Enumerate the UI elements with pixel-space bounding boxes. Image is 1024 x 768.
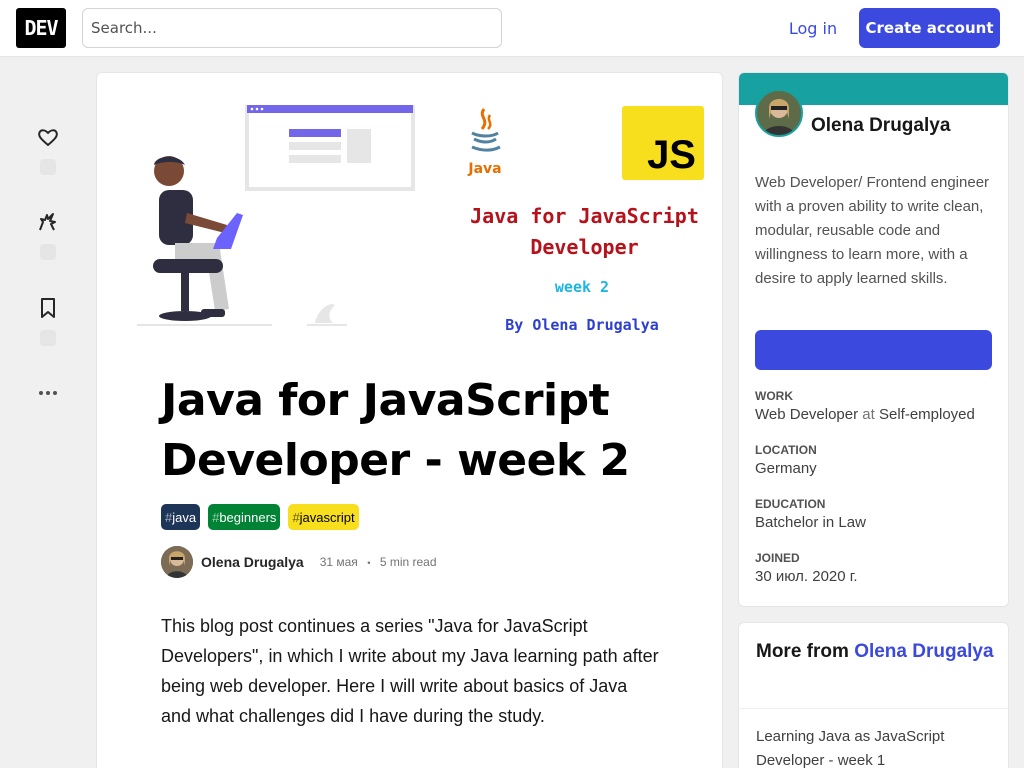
- dev-logo[interactable]: DEV: [16, 8, 66, 48]
- search-input[interactable]: [82, 8, 502, 48]
- article-meta: Olena Drugalya 31 мая ・ 5 min read: [161, 546, 437, 578]
- article-body: This blog post continues a series "Java …: [161, 616, 659, 726]
- unicorn-icon[interactable]: [36, 210, 60, 234]
- work-label: Work: [755, 389, 793, 403]
- work-company: Self-employed: [878, 406, 975, 423]
- read-time: 5 min read: [379, 555, 437, 569]
- cover-illustration: [137, 105, 415, 326]
- publish-date: 31 мая: [319, 555, 358, 569]
- tag-hash: #: [212, 509, 220, 525]
- tag-list: # java # beginners # javascript: [161, 504, 359, 530]
- heart-reaction[interactable]: [32, 125, 64, 175]
- profile-name[interactable]: Olena Drugalya: [811, 115, 950, 137]
- meta-separator: ・: [362, 555, 375, 570]
- tag-javascript[interactable]: # javascript: [288, 504, 359, 530]
- more-from-author-link[interactable]: Olena Drugalya: [854, 641, 993, 662]
- tag-hash: #: [292, 509, 300, 525]
- heart-icon[interactable]: [36, 125, 60, 149]
- work-at: at: [862, 406, 875, 423]
- tag-hash: #: [165, 509, 173, 525]
- more-from-heading: More from Olena Drugalya: [756, 637, 996, 667]
- more-horizontal-icon[interactable]: [36, 381, 60, 405]
- more-from-card: More from Olena Drugalya Learning Java a…: [738, 622, 1009, 768]
- more-from-prefix: More from: [756, 641, 849, 662]
- profile-education: Education Batchelor in Law: [755, 496, 1000, 534]
- bookmark-count: [40, 330, 56, 346]
- profile-work: Work Web Developer at Self-employed: [755, 388, 1000, 426]
- tag-label: beginners: [219, 509, 277, 525]
- unicorn-reaction[interactable]: [32, 210, 64, 260]
- tag-label: javascript: [299, 509, 355, 525]
- cover-title: Java for JavaScript Developer: [470, 204, 699, 259]
- profile-bio: Web Developer/ Frontend engineer with a …: [755, 174, 990, 287]
- tag-java[interactable]: # java: [161, 504, 201, 530]
- java-logo-icon: [471, 108, 501, 152]
- location-value: Germany: [755, 460, 817, 477]
- bookmark-icon[interactable]: [36, 296, 60, 320]
- profile-joined: Joined 30 июл. 2020 г.: [755, 550, 1000, 588]
- divider: [739, 708, 1008, 709]
- cover-byline: By Olena Drugalya: [505, 316, 659, 334]
- author-avatar[interactable]: [161, 546, 193, 578]
- cover-week: week 2: [554, 278, 610, 296]
- education-value: Batchelor in Law: [755, 514, 866, 531]
- heart-count: [40, 159, 56, 175]
- profile-location: Location Germany: [755, 442, 1000, 480]
- joined-label: Joined: [755, 551, 800, 565]
- tag-label: java: [172, 509, 197, 525]
- education-label: Education: [755, 497, 826, 511]
- java-logo-label: Java: [468, 161, 502, 177]
- unicorn-count: [40, 244, 56, 260]
- author-profile-card: Olena Drugalya Web Developer/ Frontend e…: [738, 72, 1009, 607]
- js-logo-badge: JS: [622, 106, 704, 180]
- more-from-item[interactable]: Learning Java as JavaScript Developer - …: [756, 725, 996, 768]
- bookmark-reaction[interactable]: [32, 296, 64, 346]
- article-card: Java JS Java for JavaScript Developer we…: [96, 72, 723, 768]
- work-value: Web Developer at Self-employed: [755, 404, 1000, 426]
- joined-value: 30 июл. 2020 г.: [755, 568, 858, 585]
- login-link[interactable]: Log in: [778, 8, 848, 48]
- location-label: Location: [755, 443, 817, 457]
- tag-beginners[interactable]: # beginners: [208, 504, 281, 530]
- follow-button[interactable]: [755, 330, 992, 370]
- work-role: Web Developer: [755, 406, 859, 423]
- profile-avatar[interactable]: [755, 89, 803, 137]
- top-bar: DEV Log in Create account: [0, 0, 1024, 57]
- create-account-button[interactable]: Create account: [859, 8, 1000, 48]
- cover-image: Java JS Java for JavaScript Developer we…: [97, 73, 722, 343]
- more-actions[interactable]: [32, 381, 64, 405]
- author-name[interactable]: Olena Drugalya: [201, 554, 304, 570]
- article-title: Java for JavaScript Developer - week 2: [161, 375, 630, 486]
